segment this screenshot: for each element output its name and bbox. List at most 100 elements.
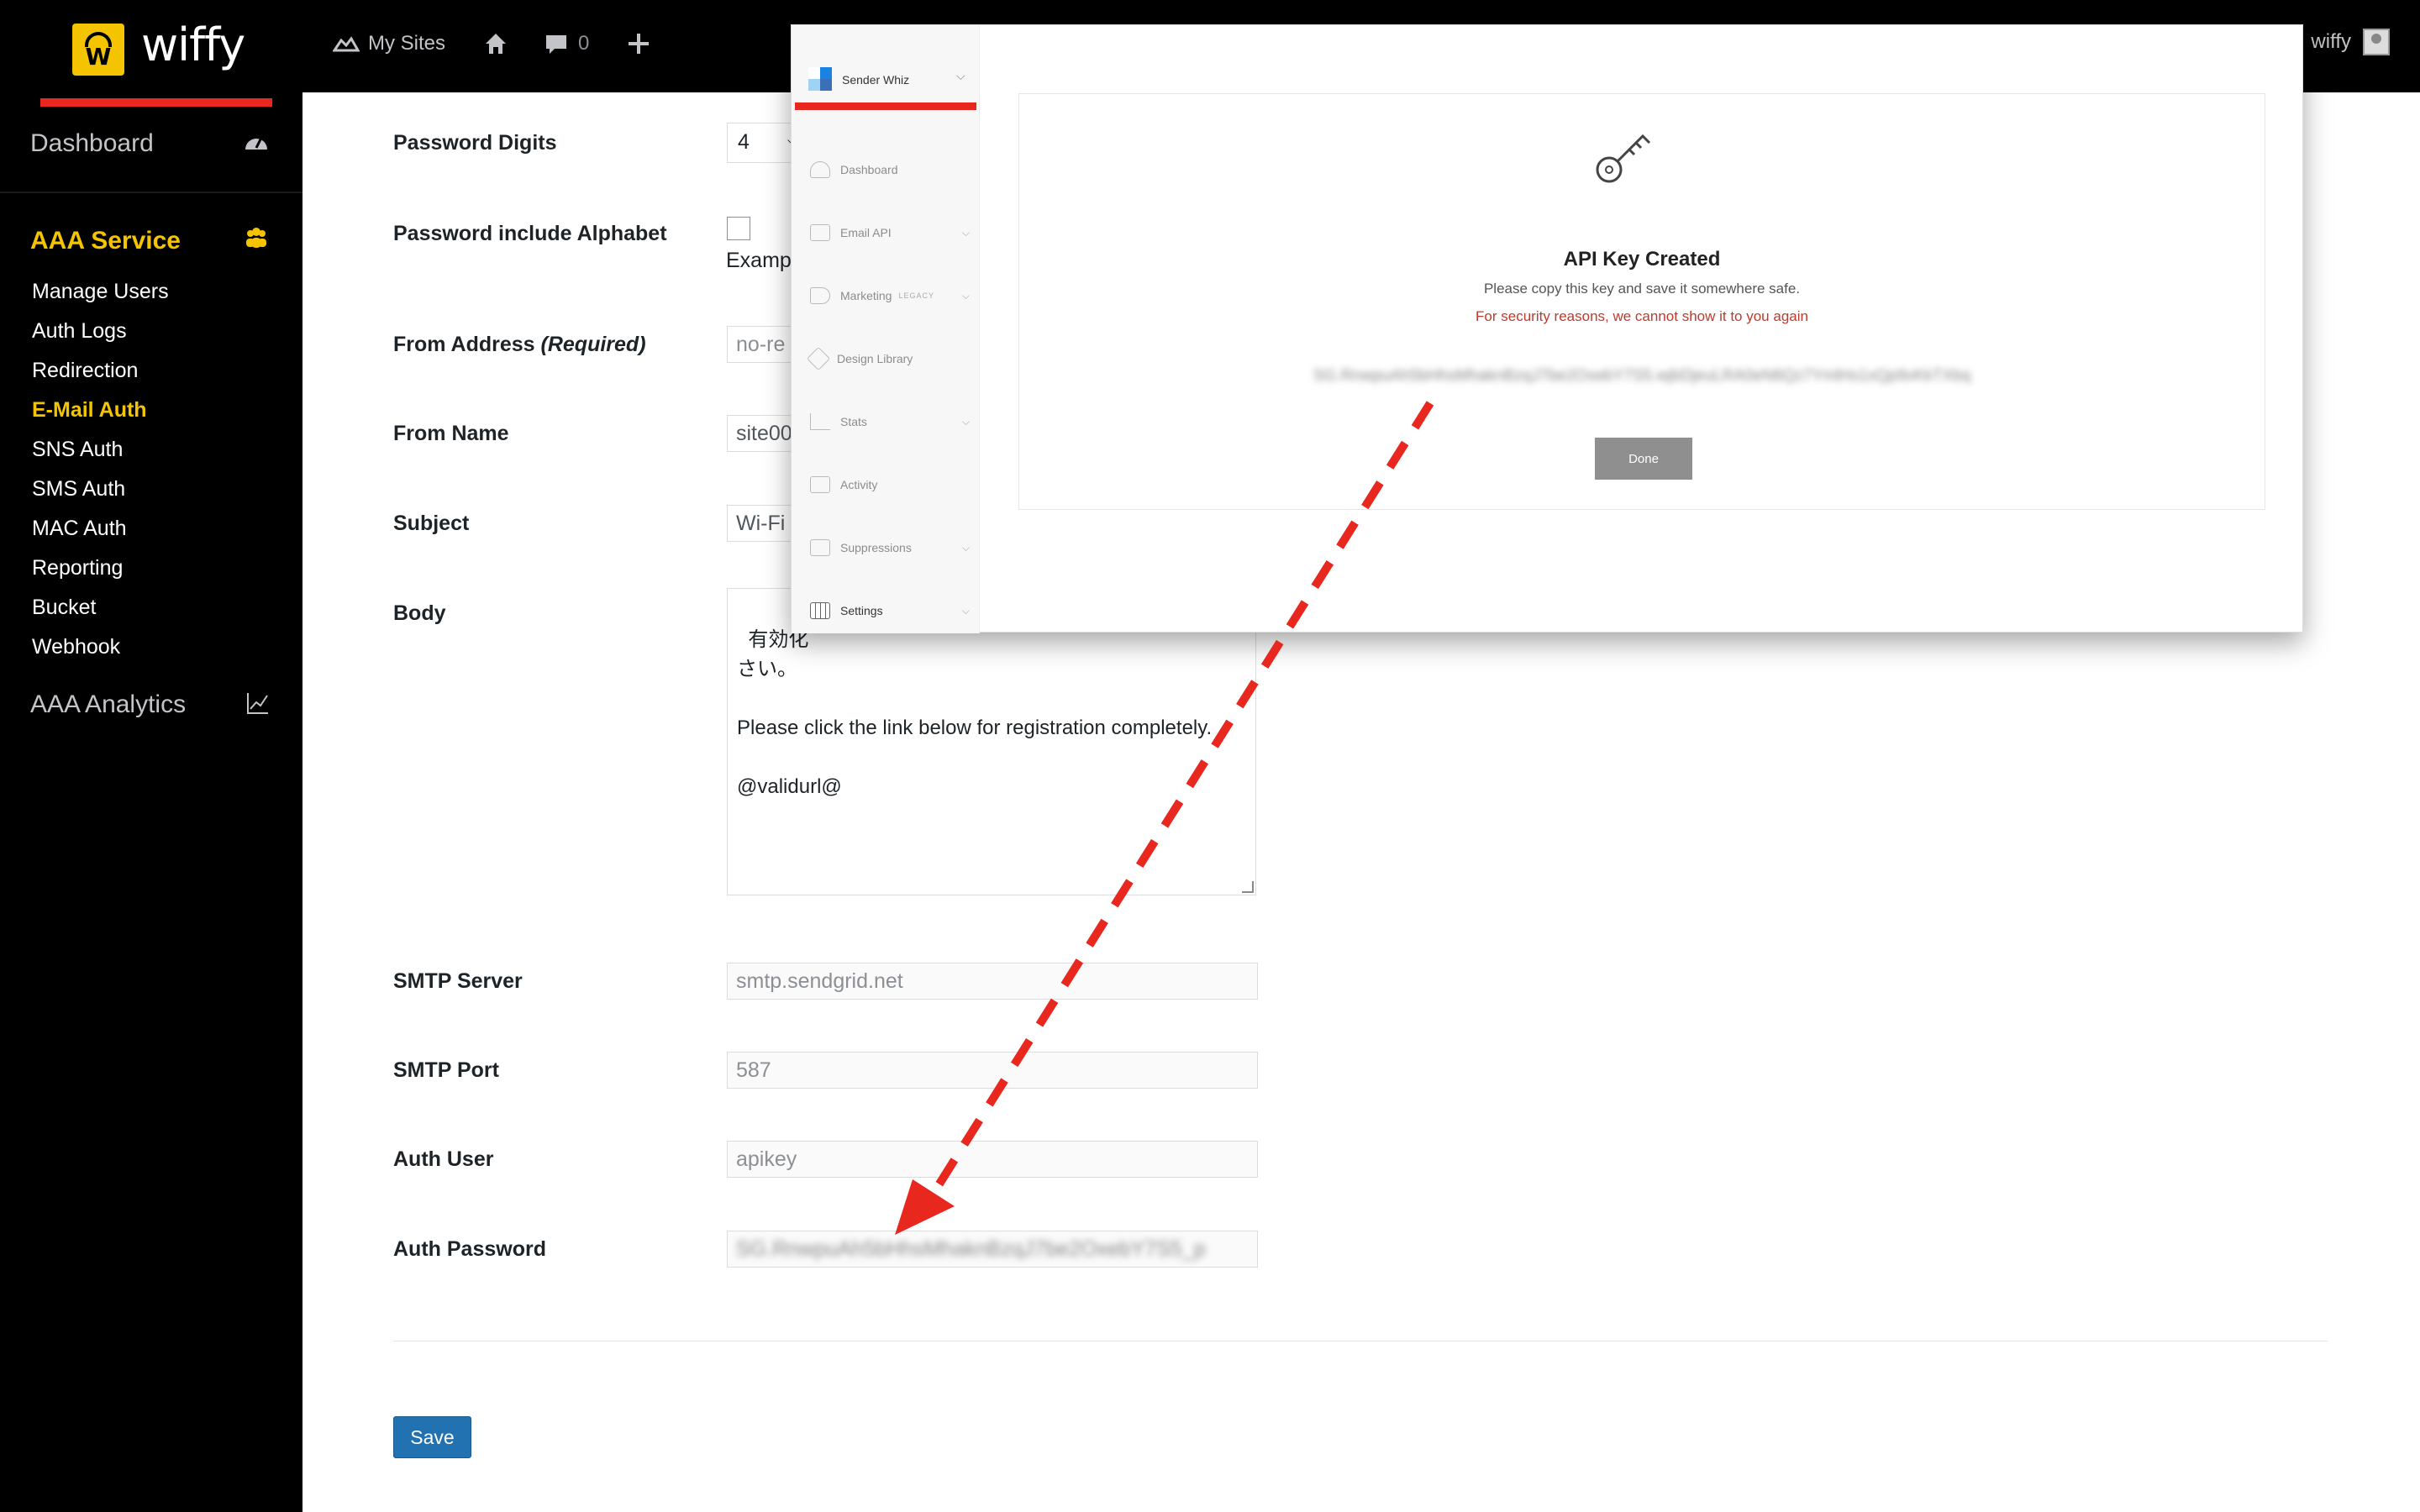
admin-sidebar: Dashboard AAA Service Manage Users Auth …	[0, 92, 302, 1512]
brush-icon	[806, 346, 831, 371]
ov-nav-settings[interactable]: Settings ⌵	[810, 602, 970, 619]
api-key-created-card: API Key Created Please copy this key and…	[1018, 93, 2265, 510]
body-textarea[interactable]: 有効化 さい。 Please click the link below for …	[727, 588, 1256, 895]
chevron-down-icon[interactable]: ⌵	[956, 69, 965, 83]
ov-nav-label: Dashboard	[840, 163, 898, 176]
password-alphabet-label: Password include Alphabet	[393, 222, 667, 245]
smtp-port-input[interactable]: 587	[727, 1052, 1258, 1089]
from-address-label: From Address (Required)	[393, 333, 646, 357]
sidebar-item-sms-auth[interactable]: SMS Auth	[32, 470, 169, 509]
new-content-button[interactable]	[625, 30, 652, 57]
ov-nav-email-api[interactable]: Email API ⌵	[810, 224, 970, 241]
logo-text[interactable]: wiffy	[141, 18, 245, 71]
plus-icon	[629, 34, 649, 54]
password-digits-label: Password Digits	[393, 131, 557, 155]
blocked-envelope-icon	[810, 539, 830, 556]
ov-nav-stats[interactable]: Stats ⌵	[810, 413, 970, 430]
auth-user-input[interactable]: apikey	[727, 1141, 1258, 1178]
ov-nav-label: Email API	[840, 226, 892, 239]
grid-icon	[810, 602, 830, 619]
gauge-icon	[810, 161, 830, 178]
sidebar-item-aaa-analytics[interactable]: AAA Analytics	[30, 690, 186, 719]
sender-whiz-logo-icon	[808, 67, 834, 92]
ov-nav-label: Suppressions	[840, 541, 912, 554]
active-indicator-bar	[40, 98, 272, 107]
ov-nav-label: Design Library	[837, 352, 913, 365]
auth-password-value: SG.RnwpuAh5bHhsMhaknBzqJ7be2OxebY7S5_p	[736, 1237, 1206, 1261]
sidebar-section-aaa-service[interactable]: AAA Service	[30, 227, 181, 255]
comment-bubble-icon	[546, 35, 566, 54]
api-key-screenshot-overlay: Sender Whiz ⌵ Dashboard Email API ⌵ Mark…	[791, 24, 2303, 633]
sites-icon	[333, 36, 360, 52]
ov-nav-activity[interactable]: Activity	[810, 476, 970, 493]
auth-user-label: Auth User	[393, 1147, 494, 1171]
legacy-badge: LEGACY	[898, 291, 934, 300]
password-digits-value: 4	[738, 130, 750, 154]
ov-nav-label: Settings	[840, 604, 883, 617]
required-marker: (Required)	[540, 333, 646, 356]
annotation-arrowhead-icon	[895, 1179, 955, 1235]
sidebar-item-auth-logs[interactable]: Auth Logs	[32, 312, 169, 351]
ov-nav-label: Marketing	[840, 289, 892, 302]
analytics-chart-icon	[245, 690, 271, 722]
from-address-label-text: From Address	[393, 333, 535, 356]
chevron-down-icon: ⌵	[961, 541, 970, 554]
user-account-menu[interactable]: wiffy	[2311, 29, 2390, 55]
sidebar-divider	[0, 192, 302, 193]
sender-whiz-brand-label: Sender Whiz	[842, 73, 910, 87]
sidebar-item-webhook[interactable]: Webhook	[32, 627, 169, 667]
smtp-server-input[interactable]: smtp.sendgrid.net	[727, 963, 1258, 1000]
save-button[interactable]: Save	[393, 1416, 471, 1458]
sidebar-item-reporting[interactable]: Reporting	[32, 549, 169, 588]
comments-count: 0	[578, 32, 590, 55]
body-label: Body	[393, 601, 446, 625]
dashboard-gauge-icon	[244, 131, 269, 159]
chevron-down-icon: ⌵	[961, 604, 970, 617]
card-message: Please copy this key and save it somewhe…	[1483, 281, 1801, 297]
resize-handle-icon[interactable]	[1242, 881, 1254, 893]
bar-chart-icon	[810, 413, 830, 430]
envelope-icon	[810, 476, 830, 493]
wiffy-logo-icon[interactable]: W	[72, 24, 124, 76]
body-text: 有効化 さい。 Please click the link below for …	[737, 628, 1213, 798]
ov-nav-label: Stats	[840, 415, 867, 428]
auth-password-label: Auth Password	[393, 1237, 546, 1261]
chevron-down-icon: ⌵	[961, 226, 970, 239]
auth-password-input[interactable]: SG.RnwpuAh5bHhsMhaknBzqJ7be2OxebY7S5_p	[727, 1231, 1258, 1268]
ov-nav-design-library[interactable]: Design Library	[806, 346, 970, 371]
sender-whiz-sidebar: Sender Whiz ⌵ Dashboard Email API ⌵ Mark…	[792, 25, 980, 633]
smtp-port-label: SMTP Port	[393, 1058, 499, 1082]
ov-nav-dashboard[interactable]: Dashboard	[810, 161, 970, 178]
users-group-icon	[244, 227, 269, 255]
card-warning: For security reasons, we cannot show it …	[1476, 308, 1808, 324]
card-title: API Key Created	[1563, 248, 1721, 270]
avatar	[2363, 29, 2390, 55]
home-icon	[486, 34, 506, 54]
sidebar-item-manage-users[interactable]: Manage Users	[32, 272, 169, 312]
comments-button[interactable]: 0	[543, 30, 589, 57]
my-sites-menu[interactable]: My Sites	[333, 30, 445, 57]
active-indicator-bar	[795, 102, 976, 110]
ov-nav-marketing[interactable]: Marketing LEGACY ⌵	[810, 287, 970, 304]
sidebar-item-bucket[interactable]: Bucket	[32, 588, 169, 627]
sidebar-item-dashboard[interactable]: Dashboard	[30, 129, 154, 158]
megaphone-icon	[810, 287, 830, 304]
done-button[interactable]: Done	[1595, 438, 1692, 480]
sidebar-item-sns-auth[interactable]: SNS Auth	[32, 430, 169, 470]
home-button[interactable]	[482, 30, 509, 57]
sender-whiz-brand[interactable]: Sender Whiz	[808, 67, 909, 92]
password-alphabet-checkbox[interactable]	[727, 217, 750, 240]
subject-label: Subject	[393, 512, 470, 535]
ov-nav-label: Activity	[840, 478, 878, 491]
my-sites-label: My Sites	[368, 32, 446, 55]
key-icon	[1596, 134, 1651, 183]
ov-nav-suppressions[interactable]: Suppressions ⌵	[810, 539, 970, 556]
api-key-value[interactable]: SG.RnwpuAh5bHhsMhaknBzqJ7be2OxebY7S5.wjb…	[1019, 367, 2265, 386]
sidebar-submenu: Manage Users Auth Logs Redirection E-Mai…	[32, 272, 169, 667]
sidebar-item-redirection[interactable]: Redirection	[32, 351, 169, 391]
sidebar-item-email-auth[interactable]: E-Mail Auth	[32, 391, 169, 430]
sidebar-item-mac-auth[interactable]: MAC Auth	[32, 509, 169, 549]
example-text: Examp	[726, 249, 792, 272]
chevron-down-icon: ⌵	[961, 415, 970, 428]
from-name-label: From Name	[393, 422, 509, 445]
